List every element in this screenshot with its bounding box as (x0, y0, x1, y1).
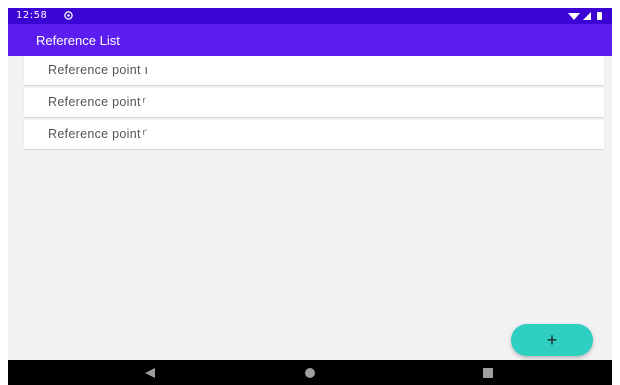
wifi-icon (568, 13, 580, 20)
back-icon[interactable] (143, 366, 157, 380)
notification-icon (64, 11, 73, 20)
navigation-bar (8, 360, 612, 385)
list-item[interactable]: Reference point ͬ͘ (24, 120, 604, 149)
list-item[interactable]: Reference point ı (24, 56, 604, 85)
recents-icon[interactable] (481, 366, 495, 380)
battery-icon (597, 12, 602, 20)
status-icons (568, 12, 602, 20)
phone-screen: 12:58 Reference List Reference point ı R… (8, 8, 612, 385)
reference-list: Reference point ı Reference point ͬ Refe… (24, 56, 604, 152)
home-icon[interactable] (303, 366, 317, 380)
app-title: Reference List (36, 33, 120, 48)
status-time: 12:58 (16, 10, 48, 21)
list-item[interactable]: Reference point ͬ (24, 88, 604, 117)
status-bar: 12:58 (8, 8, 612, 24)
add-icon: + (546, 330, 558, 350)
signal-icon (583, 12, 591, 20)
app-bar: Reference List (8, 24, 612, 56)
add-reference-button[interactable]: + (511, 324, 593, 356)
